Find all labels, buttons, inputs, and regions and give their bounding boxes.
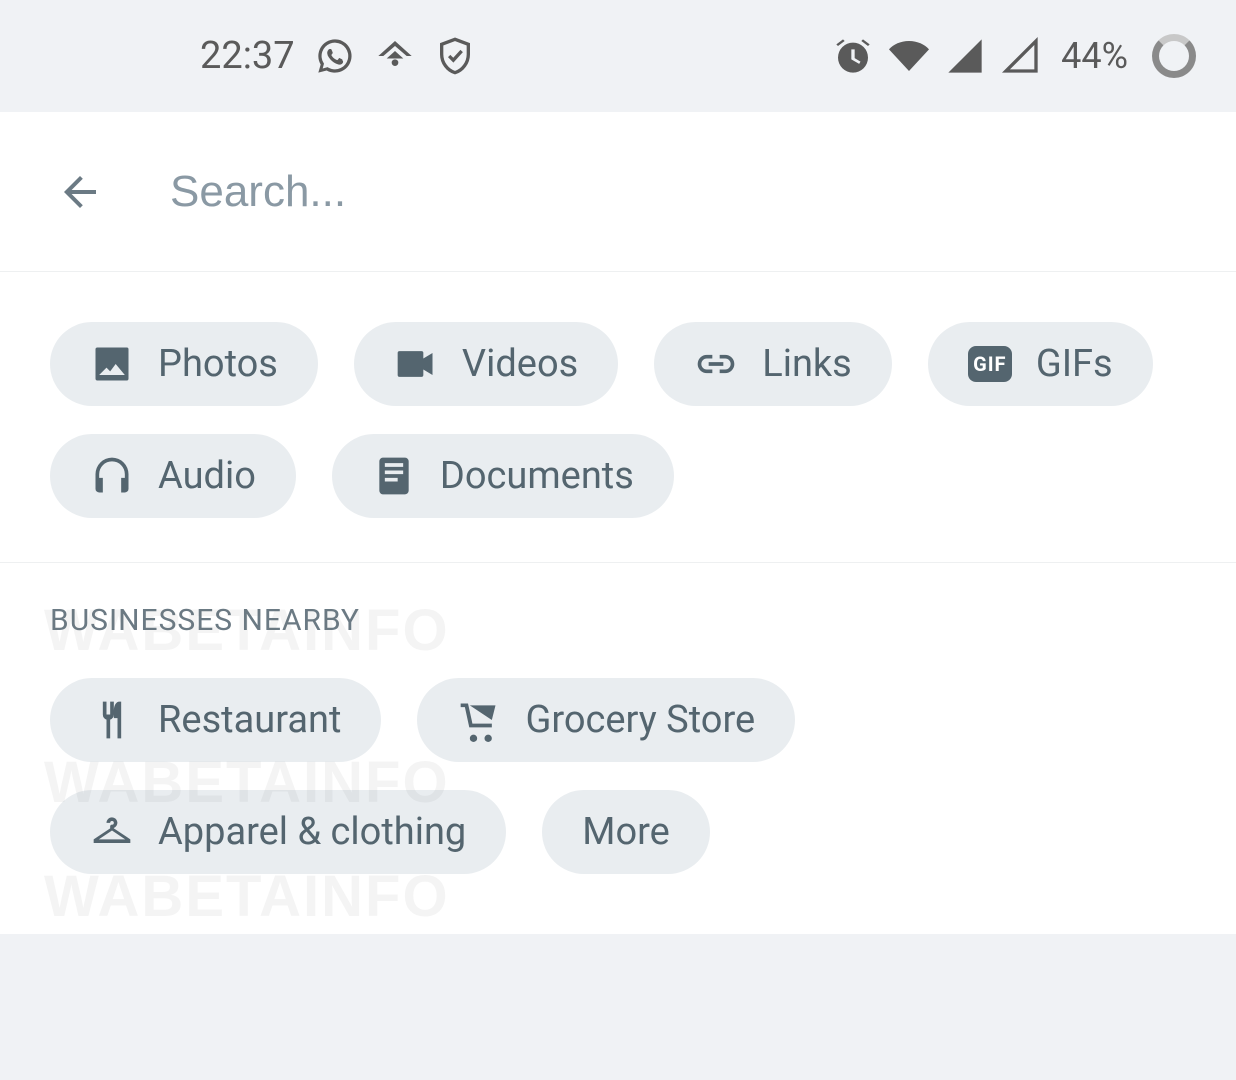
filter-chip-documents[interactable]: Documents: [332, 434, 674, 518]
chip-label: Videos: [462, 342, 578, 386]
search-header: [0, 112, 1236, 272]
wifi-icon: [889, 36, 929, 76]
image-icon: [90, 342, 134, 386]
filter-chip-gifs[interactable]: GIF GIFs: [928, 322, 1153, 406]
gif-icon: GIF: [968, 342, 1012, 386]
businesses-header: BUSINESSES NEARBY: [50, 603, 1186, 638]
whatsapp-icon: [315, 36, 355, 76]
business-chip-apparel[interactable]: Apparel & clothing: [50, 790, 506, 874]
business-chip-more[interactable]: More: [542, 790, 710, 874]
alarm-icon: [833, 36, 873, 76]
status-time: 22:37: [200, 34, 295, 78]
businesses-section: WABETAINFO WABETAINFO WABETAINFO BUSINES…: [0, 563, 1236, 934]
filter-chip-videos[interactable]: Videos: [354, 322, 618, 406]
link-icon: [694, 342, 738, 386]
hanger-icon: [90, 810, 134, 854]
filter-chip-links[interactable]: Links: [654, 322, 892, 406]
wifi-tethering-icon: [375, 36, 415, 76]
business-chip-restaurant[interactable]: Restaurant: [50, 678, 381, 762]
chip-label: GIFs: [1036, 342, 1113, 386]
chip-label: More: [582, 810, 670, 854]
status-bar: 22:37 44%: [0, 0, 1236, 112]
document-icon: [372, 454, 416, 498]
cart-icon: [457, 698, 501, 742]
signal-empty-icon: [1001, 36, 1041, 76]
filter-section: Photos Videos Links GIF GIFs: [0, 272, 1236, 563]
loading-ring-icon: [1152, 34, 1196, 78]
filter-chip-audio[interactable]: Audio: [50, 434, 296, 518]
arrow-left-icon: [56, 168, 104, 216]
search-input[interactable]: [170, 167, 1186, 217]
business-chip-grocery[interactable]: Grocery Store: [417, 678, 795, 762]
chip-label: Apparel & clothing: [158, 810, 466, 854]
chip-label: Photos: [158, 342, 278, 386]
filter-chip-photos[interactable]: Photos: [50, 322, 318, 406]
chip-label: Links: [762, 342, 852, 386]
back-button[interactable]: [50, 162, 110, 222]
video-icon: [394, 342, 438, 386]
restaurant-icon: [90, 698, 134, 742]
chip-label: Restaurant: [158, 698, 341, 742]
headphones-icon: [90, 454, 134, 498]
chip-label: Grocery Store: [525, 698, 755, 742]
shield-check-icon: [435, 36, 475, 76]
chip-label: Audio: [158, 454, 256, 498]
chip-label: Documents: [440, 454, 634, 498]
battery-percent: 44%: [1061, 35, 1128, 77]
signal-full-icon: [945, 36, 985, 76]
